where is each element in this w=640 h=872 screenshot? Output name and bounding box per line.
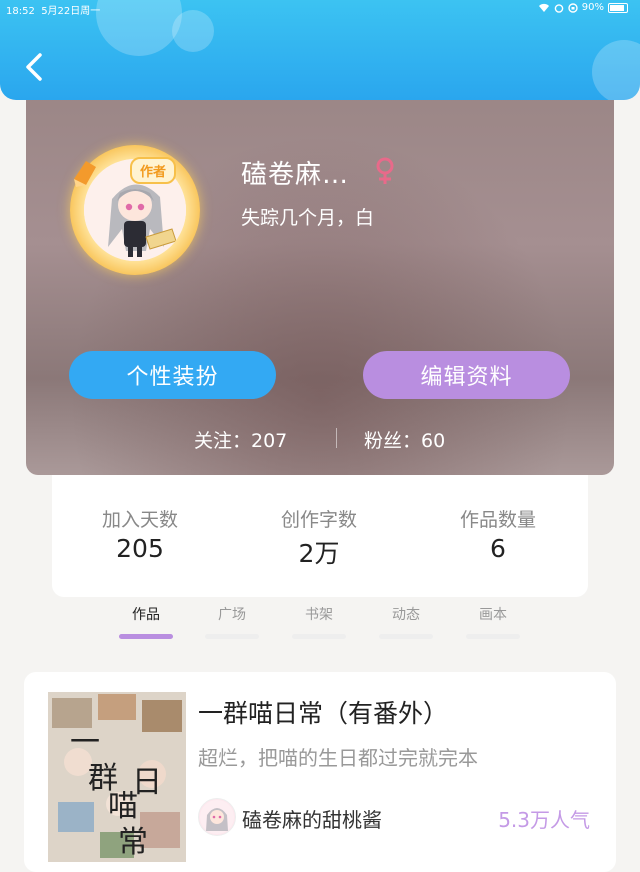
profile-tabs: 作品 广场 书架 动态 画本 <box>0 600 640 640</box>
decor-bubble <box>592 40 640 100</box>
stats-card: 加入天数 205 创作字数 2万 作品数量 6 <box>52 475 588 597</box>
work-description: 超烂，把喵的生日都过完就完本 <box>198 746 478 770</box>
following-count[interactable]: 关注：207 <box>194 426 287 453</box>
stat-value: 2万 <box>298 539 340 568</box>
tab-works[interactable]: 作品 <box>119 604 173 639</box>
tab-indicator <box>119 634 173 639</box>
dress-up-button[interactable]: 个性装扮 <box>69 351 276 399</box>
alarm-icon <box>554 3 564 13</box>
tab-indicator <box>466 634 520 639</box>
svg-text:常: 常 <box>118 825 148 860</box>
status-icons: 90% <box>538 2 628 13</box>
status-time: 18:52 <box>6 6 35 17</box>
author-avatar-icon <box>200 800 234 834</box>
work-cover[interactable]: 一 群 喵 日 常 <box>48 692 186 862</box>
status-date: 5月22日周一 <box>41 6 101 17</box>
author-avatar[interactable] <box>198 798 236 836</box>
tab-bookshelf[interactable]: 书架 <box>292 604 346 639</box>
female-gender-icon <box>376 157 394 184</box>
work-author-name[interactable]: 磕卷麻的甜桃酱 <box>242 804 382 833</box>
profile-card: 作者 磕卷麻… 失踪几个月，白 个性装扮 编辑资料 关注：207 粉丝：60 <box>26 90 614 475</box>
tab-label: 动态 <box>392 607 420 623</box>
tab-indicator <box>205 634 259 639</box>
stat-value: 6 <box>490 534 506 563</box>
rotation-lock-icon <box>568 2 578 13</box>
tab-label: 画本 <box>479 607 507 623</box>
tab-picture-book[interactable]: 画本 <box>466 604 520 639</box>
tab-label: 作品 <box>132 607 160 623</box>
back-arrow-icon[interactable] <box>22 52 48 82</box>
stat-join-days: 加入天数 205 <box>60 505 220 563</box>
tab-square[interactable]: 广场 <box>205 604 259 639</box>
svg-text:一: 一 <box>70 725 100 760</box>
status-time-date: 18:52 5月22日周一 <box>6 2 100 17</box>
edit-profile-button[interactable]: 编辑资料 <box>363 351 570 399</box>
tab-indicator <box>292 634 346 639</box>
tab-activity[interactable]: 动态 <box>379 604 433 639</box>
stat-word-count: 创作字数 2万 <box>239 505 399 570</box>
status-bar: 18:52 5月22日周一 90% <box>0 0 640 18</box>
svg-text:日: 日 <box>132 765 162 800</box>
stat-label: 加入天数 <box>101 509 178 531</box>
tab-label: 书架 <box>305 607 333 623</box>
stat-label: 创作字数 <box>280 509 357 531</box>
work-popularity: 5.3万人气 <box>498 808 590 832</box>
top-header: 18:52 5月22日周一 90% <box>0 0 640 100</box>
signature: 失踪几个月，白 <box>241 207 375 229</box>
stat-label: 作品数量 <box>459 509 536 531</box>
author-badge: 作者 <box>130 157 177 184</box>
divider <box>336 428 337 448</box>
tab-indicator <box>379 634 433 639</box>
username: 磕卷麻… <box>241 160 350 190</box>
tab-label: 广场 <box>218 607 246 623</box>
cover-image: 一 群 喵 日 常 <box>48 692 186 862</box>
stat-value: 205 <box>116 534 164 563</box>
avatar[interactable]: 作者 <box>70 145 200 275</box>
battery-icon <box>608 2 628 13</box>
battery-percent: 90% <box>581 2 604 13</box>
pencil-icon <box>74 161 96 187</box>
stat-works-count: 作品数量 6 <box>418 505 578 563</box>
wifi-icon <box>538 3 549 12</box>
work-card[interactable]: 一 群 喵 日 常 一群喵日常（有番外） 超烂，把喵的生日都过完就完本 磕卷麻的… <box>24 672 616 872</box>
followers-count[interactable]: 粉丝：60 <box>364 426 445 453</box>
work-title[interactable]: 一群喵日常（有番外） <box>198 694 448 730</box>
